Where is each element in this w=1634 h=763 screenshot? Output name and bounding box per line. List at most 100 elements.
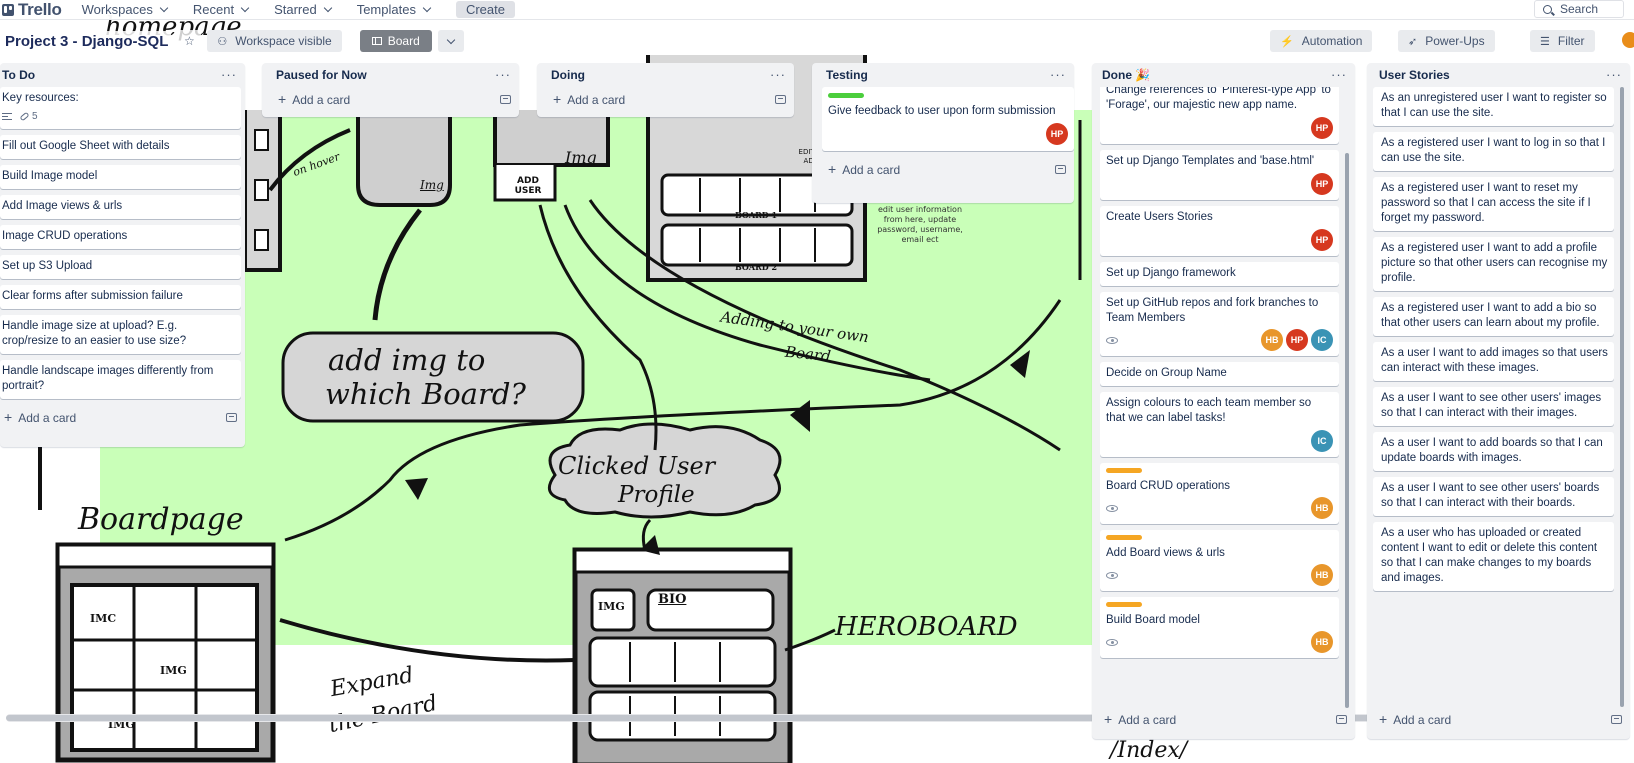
card[interactable]: Board CRUD operations HB xyxy=(1100,463,1339,524)
card[interactable]: As a user I want to add boards so that I… xyxy=(1373,432,1614,471)
avatar[interactable]: HB xyxy=(1311,631,1333,653)
filter-button[interactable]: ☰ Filter xyxy=(1530,30,1595,52)
card-title: Give feedback to user upon form submissi… xyxy=(828,105,1056,117)
avatar[interactable]: IC xyxy=(1311,430,1333,452)
card-template-icon[interactable] xyxy=(1336,714,1347,724)
add-card-button[interactable]: + Add a card xyxy=(4,409,76,425)
card[interactable]: Decide on Group Name xyxy=(1100,362,1339,386)
card[interactable]: Handle image size at upload? E.g. crop/r… xyxy=(0,315,241,354)
board-view-button[interactable]: Board xyxy=(359,30,432,52)
card-template-icon[interactable] xyxy=(775,94,786,104)
trello-logo[interactable]: Trello xyxy=(2,0,62,20)
automation-button[interactable]: ⚡ Automation xyxy=(1270,30,1373,52)
card[interactable]: Assign colours to each team member so th… xyxy=(1100,392,1339,457)
card[interactable]: Give feedback to user upon form submissi… xyxy=(822,87,1074,151)
add-card-button[interactable]: + Add a card xyxy=(553,91,625,107)
visibility-button[interactable]: ⚇ Workspace visible xyxy=(207,30,342,52)
card-title: Fill out Google Sheet with details xyxy=(2,140,170,152)
powerups-button[interactable]: ➶ Power-Ups xyxy=(1398,30,1495,52)
visibility-label: Workspace visible xyxy=(235,34,332,48)
search-input[interactable]: Search xyxy=(1534,0,1624,18)
avatar[interactable]: HP xyxy=(1046,123,1068,145)
sketch-stroke xyxy=(56,543,275,569)
avatar[interactable]: HB xyxy=(1311,497,1333,519)
card[interactable]: Add Image views & urls xyxy=(0,195,241,219)
board-title[interactable]: Project 3 - Django-SQL xyxy=(2,30,172,52)
filter-icon: ☰ xyxy=(1540,35,1550,48)
list-title[interactable]: Testing xyxy=(826,68,868,82)
add-card-button[interactable]: + Add a card xyxy=(828,161,900,177)
list-header: Paused for Now ··· xyxy=(262,63,519,87)
avatar[interactable]: HP xyxy=(1311,229,1333,251)
card-template-icon[interactable] xyxy=(1055,164,1066,174)
search-placeholder: Search xyxy=(1560,2,1599,16)
card[interactable]: Add Board views & urls HB xyxy=(1100,530,1339,591)
card[interactable]: As a user I want to see other users' boa… xyxy=(1373,477,1614,516)
card[interactable]: Set up Django Templates and 'base.html' … xyxy=(1100,150,1339,200)
create-button[interactable]: Create xyxy=(455,1,515,18)
add-card-row: + Add a card xyxy=(1092,707,1355,731)
star-button[interactable]: ☆ xyxy=(177,30,202,52)
card-title: Handle landscape images differently from… xyxy=(2,365,214,392)
avatar[interactable]: HP xyxy=(1286,329,1308,351)
card[interactable]: As a user I want to add images so that u… xyxy=(1373,342,1614,381)
list-title[interactable]: To Do xyxy=(2,68,35,82)
card[interactable]: Build Image model xyxy=(0,165,241,189)
list-title[interactable]: Done 🎉 xyxy=(1102,68,1150,82)
card-members: IC xyxy=(1106,430,1333,452)
nav-templates[interactable]: Templates xyxy=(357,2,432,17)
sketch-stroke xyxy=(356,110,452,207)
nav-recent[interactable]: Recent xyxy=(193,2,250,17)
card[interactable]: As a user who has uploaded or created co… xyxy=(1373,522,1614,591)
card-title: As a registered user I want to add a pro… xyxy=(1381,242,1608,284)
card[interactable]: Set up GitHub repos and fork branches to… xyxy=(1100,292,1339,356)
people-icon: ⚇ xyxy=(217,35,228,48)
list-title[interactable]: User Stories xyxy=(1379,68,1450,82)
card[interactable]: As a user I want to see other users' ima… xyxy=(1373,387,1614,426)
avatar[interactable]: HB xyxy=(1261,329,1283,351)
avatar[interactable]: HB xyxy=(1311,564,1333,586)
more-options-icon[interactable]: ··· xyxy=(770,68,786,81)
more-options-icon[interactable]: ··· xyxy=(221,68,237,81)
card[interactable]: Image CRUD operations xyxy=(0,225,241,249)
card[interactable]: As a registered user I want to log in so… xyxy=(1373,132,1614,171)
card[interactable]: Set up Django framework xyxy=(1100,262,1339,286)
add-card-button[interactable]: + Add a card xyxy=(1379,711,1451,727)
card[interactable]: Handle landscape images differently from… xyxy=(0,360,241,399)
nav-workspaces[interactable]: Workspaces xyxy=(82,2,169,17)
list-scrollbar[interactable] xyxy=(1345,153,1349,708)
card-template-icon[interactable] xyxy=(1611,714,1622,724)
card[interactable]: As a registered user I want to add a pro… xyxy=(1373,237,1614,291)
avatar[interactable]: HP xyxy=(1311,173,1333,195)
sketch-stroke xyxy=(590,588,636,632)
card[interactable]: Clear forms after submission failure xyxy=(0,285,241,309)
nav-starred[interactable]: Starred xyxy=(274,2,332,17)
card[interactable]: Create Users Stories HP xyxy=(1100,206,1339,256)
list-scrollbar[interactable] xyxy=(1620,87,1624,707)
list-title[interactable]: Paused for Now xyxy=(276,68,367,82)
card-template-icon[interactable] xyxy=(500,94,511,104)
card[interactable]: Change references to 'Pinterest-type App… xyxy=(1100,87,1339,144)
more-options-icon[interactable]: ··· xyxy=(1050,68,1066,81)
card[interactable]: Set up S3 Upload xyxy=(0,255,241,279)
add-card-button[interactable]: + Add a card xyxy=(1104,711,1176,727)
add-card-button[interactable]: + Add a card xyxy=(278,91,350,107)
avatar[interactable]: IC xyxy=(1311,329,1333,351)
card[interactable]: Build Board model HB xyxy=(1100,597,1339,658)
view-switcher-button[interactable] xyxy=(437,30,464,52)
lightning-icon: ⚡ xyxy=(1280,35,1294,48)
more-options-icon[interactable]: ··· xyxy=(1331,68,1347,81)
card[interactable]: Fill out Google Sheet with details xyxy=(0,135,241,159)
list-title[interactable]: Doing xyxy=(551,68,585,82)
card[interactable]: As an unregistered user I want to regist… xyxy=(1373,87,1614,126)
card-template-icon[interactable] xyxy=(226,412,237,422)
more-options-icon[interactable]: ··· xyxy=(1606,68,1622,81)
sketch-stroke xyxy=(493,165,557,202)
card[interactable]: As a registered user I want to add a bio… xyxy=(1373,297,1614,336)
card[interactable]: Key resources: 5 xyxy=(0,87,241,129)
more-options-icon[interactable]: ··· xyxy=(495,68,511,81)
card[interactable]: As a registered user I want to reset my … xyxy=(1373,177,1614,231)
avatar[interactable]: HP xyxy=(1311,117,1333,139)
card-footer: HB xyxy=(1106,564,1333,586)
member-avatar-edge[interactable] xyxy=(1622,32,1634,48)
